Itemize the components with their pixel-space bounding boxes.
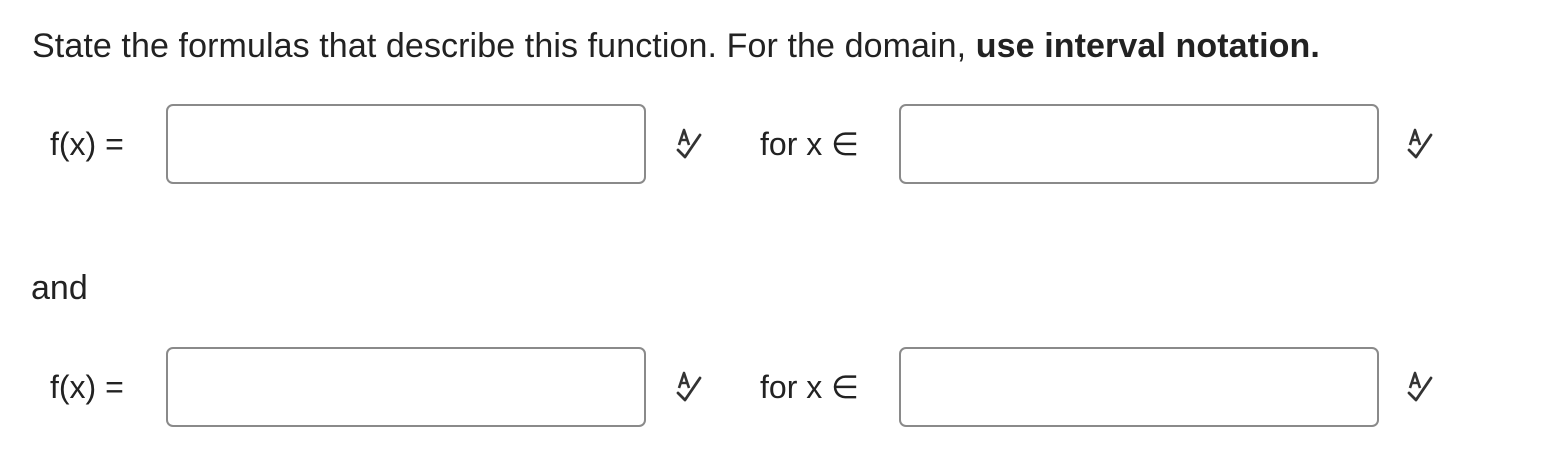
function-label: f(x) = — [50, 126, 124, 162]
question-emphasis: use interval notation. — [975, 27, 1320, 65]
domain-label: for x ∈ — [760, 369, 859, 405]
spellcheck-icon[interactable] — [1405, 369, 1447, 409]
domain-input[interactable] — [899, 347, 1379, 427]
formula-input[interactable] — [166, 104, 646, 184]
spellcheck-icon[interactable] — [1405, 126, 1447, 166]
domain-input[interactable] — [899, 104, 1379, 184]
piece-row-1: f(x) = for x ∈ — [0, 104, 1542, 188]
spellcheck-icon[interactable] — [674, 126, 716, 166]
domain-label: for x ∈ — [760, 126, 859, 162]
piece-row-2: f(x) = for x ∈ — [0, 347, 1542, 431]
function-label: f(x) = — [50, 369, 124, 405]
question-prompt: State the formulas that describe this fu… — [32, 24, 1320, 68]
connector-text: and — [31, 269, 88, 307]
formula-input[interactable] — [166, 347, 646, 427]
spellcheck-icon[interactable] — [674, 369, 716, 409]
question-text: State the formulas that describe this fu… — [32, 27, 976, 65]
